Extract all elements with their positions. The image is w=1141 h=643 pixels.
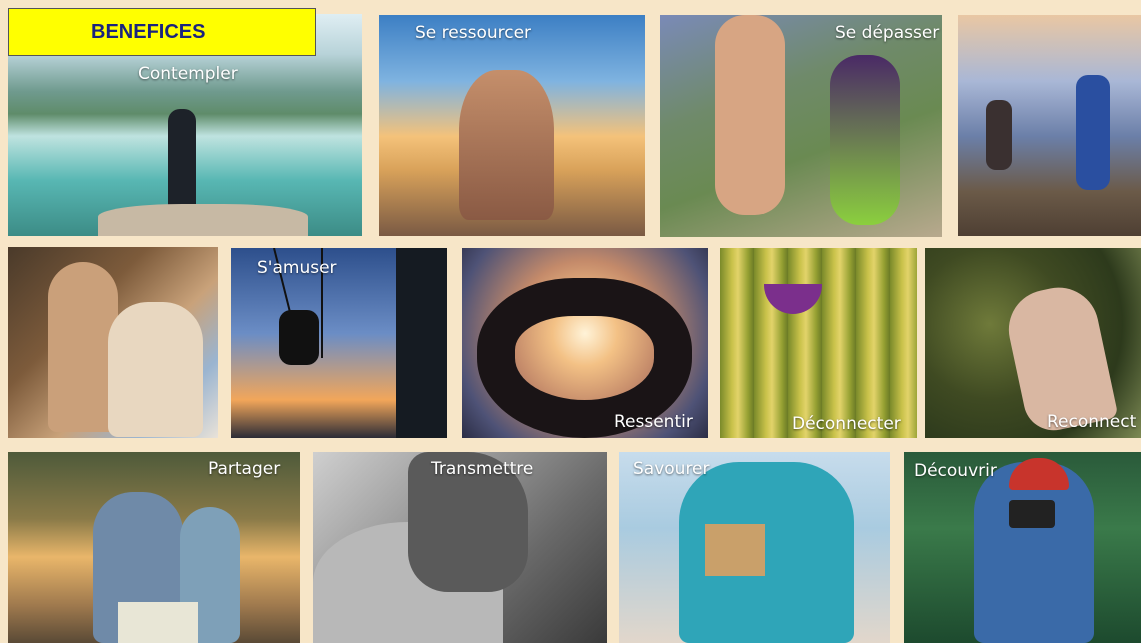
runner-figure bbox=[1076, 75, 1110, 190]
camera-icon bbox=[1009, 500, 1055, 528]
tile-label: Partager bbox=[208, 459, 281, 479]
tree-silhouette bbox=[396, 248, 447, 438]
tile-amuser: S'amuser bbox=[231, 248, 447, 438]
drink-cup bbox=[705, 524, 765, 576]
tile-label: Contempler bbox=[138, 64, 238, 84]
runner-figure bbox=[986, 100, 1012, 170]
tile-label: Déconnecter bbox=[792, 414, 901, 434]
runner-legs bbox=[715, 15, 785, 215]
tile-hugging-girls bbox=[8, 247, 218, 438]
rocks bbox=[98, 204, 308, 236]
swinger-silhouette bbox=[279, 310, 319, 365]
tile-reconnect: Reconnect bbox=[925, 248, 1141, 438]
tile-ressentir: Ressentir bbox=[462, 248, 708, 438]
tile-trail-runners bbox=[958, 15, 1141, 236]
tile-savourer: Savourer bbox=[619, 452, 890, 643]
tile-label: Reconnect bbox=[1047, 412, 1137, 432]
tile-transmettre: Transmettre bbox=[313, 452, 607, 643]
tile-partager: Partager bbox=[8, 452, 300, 643]
tile-label: S'amuser bbox=[257, 258, 337, 278]
trail-shoe bbox=[830, 55, 900, 225]
map bbox=[118, 602, 198, 643]
tile-label: Ressentir bbox=[614, 412, 693, 432]
tile-label: Se dépasser bbox=[835, 23, 940, 43]
tile-label: Découvrir bbox=[914, 461, 997, 481]
girl-figure bbox=[108, 302, 203, 437]
tile-decouvrir: Découvrir bbox=[904, 452, 1141, 643]
tile-deconnecter: Déconnecter bbox=[720, 248, 917, 438]
tile-ressourcer: Se ressourcer bbox=[379, 15, 645, 236]
tile-label: Savourer bbox=[633, 459, 710, 479]
tile-label: Transmettre bbox=[431, 459, 534, 479]
hammock bbox=[764, 284, 822, 314]
tile-depasser: Se dépasser bbox=[660, 15, 942, 237]
tile-label: Se ressourcer bbox=[415, 23, 532, 43]
person-silhouette bbox=[168, 109, 196, 209]
stone-cairn bbox=[459, 70, 554, 220]
benefices-banner: BENEFICES bbox=[8, 8, 316, 56]
